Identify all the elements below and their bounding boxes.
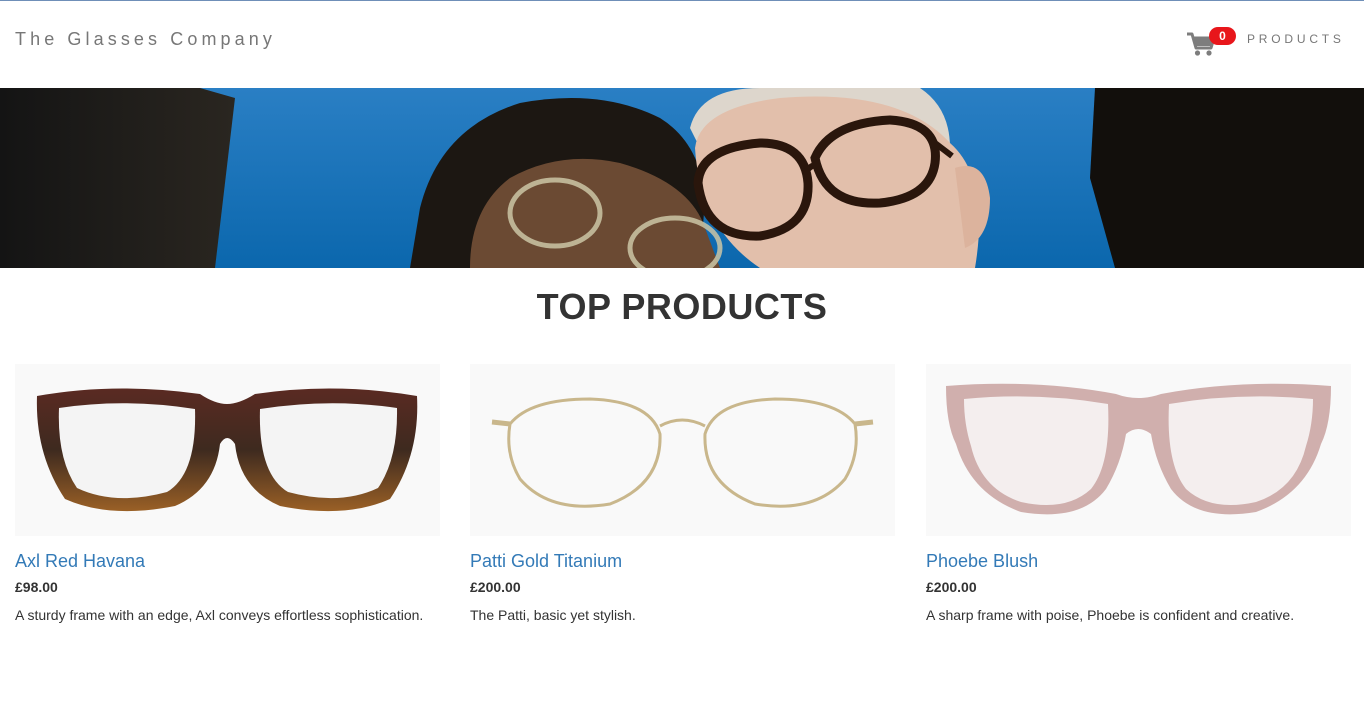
cart-button[interactable]: 0 — [1186, 25, 1236, 61]
product-description: A sturdy frame with an edge, Axl conveys… — [15, 607, 424, 623]
hero-banner — [0, 88, 1364, 268]
cart-count-badge: 0 — [1209, 27, 1236, 45]
product-image-axl[interactable] — [15, 364, 440, 536]
product-name-link[interactable]: Axl Red Havana — [15, 551, 440, 573]
product-price: £200.00 — [470, 579, 521, 595]
product-price: £98.00 — [15, 579, 58, 595]
product-card: Phoebe Blush £200.00 A sharp frame with … — [926, 364, 1351, 625]
top-products-heading: TOP PRODUCTS — [536, 286, 828, 327]
product-image-patti[interactable] — [470, 364, 895, 536]
brand-logo[interactable]: The Glasses Company — [15, 29, 276, 50]
product-image-phoebe[interactable] — [926, 364, 1351, 536]
navbar: The Glasses Company 0 PRODUCTS — [0, 1, 1364, 88]
product-price: £200.00 — [926, 579, 977, 595]
product-description: A sharp frame with poise, Phoebe is conf… — [926, 607, 1295, 623]
product-name-link[interactable]: Phoebe Blush — [926, 551, 1351, 573]
product-name-link[interactable]: Patti Gold Titanium — [470, 551, 895, 573]
product-card: Axl Red Havana £98.00 A sturdy frame wit… — [15, 364, 440, 625]
product-description: The Patti, basic yet stylish. — [470, 607, 636, 623]
product-card: Patti Gold Titanium £200.00 The Patti, b… — [470, 364, 895, 625]
hero-image — [0, 88, 1364, 268]
nav-products-link[interactable]: PRODUCTS — [1247, 32, 1345, 46]
